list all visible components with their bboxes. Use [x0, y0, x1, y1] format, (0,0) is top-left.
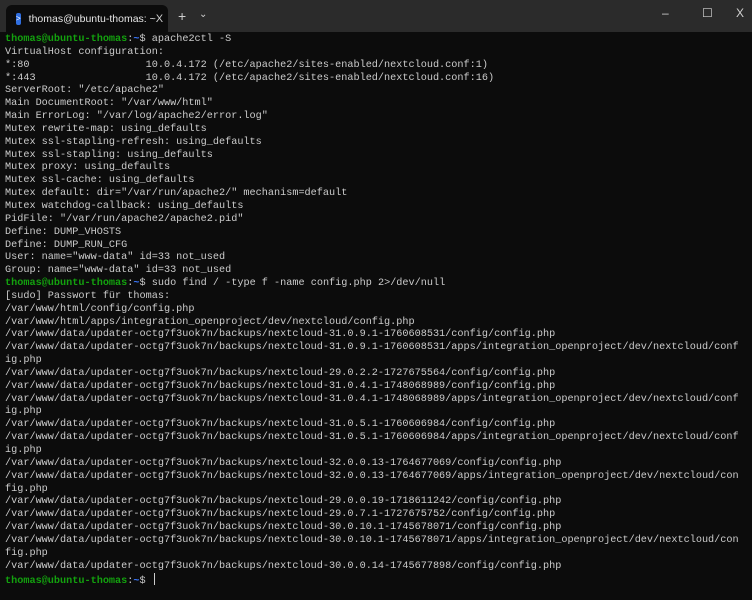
- prompt-user-host: thomas@ubuntu-thomas: [5, 278, 128, 290]
- output-line: Mutex ssl-cache: using_defaults: [5, 175, 195, 187]
- output-line: /var/www/data/updater-octg7f3uok7n/backu…: [5, 432, 739, 444]
- output-line: Main DocumentRoot: "/var/www/html": [5, 98, 213, 110]
- output-line: ig.php: [5, 355, 42, 367]
- output-line: Group: name="www-data" id=33 not_used: [5, 265, 232, 277]
- output-line: fig.php: [5, 483, 48, 495]
- output-line: PidFile: "/var/run/apache2/apache2.pid": [5, 213, 244, 225]
- output-line: *:80 10.0.4.172 (/etc/apache2/sites-enab…: [5, 59, 488, 71]
- output-line: VirtualHost configuration:: [5, 46, 164, 58]
- output-line: Mutex default: dir="/var/run/apache2/" m…: [5, 188, 348, 200]
- cursor: [153, 573, 155, 586]
- output-line: /var/www/data/updater-octg7f3uok7n/backu…: [5, 342, 739, 354]
- output-line: ig.php: [5, 406, 42, 418]
- prompt-user-host: thomas@ubuntu-thomas: [5, 576, 128, 588]
- output-line: Mutex rewrite-map: using_defaults: [5, 123, 207, 135]
- output-line: /var/www/data/updater-octg7f3uok7n/backu…: [5, 457, 562, 469]
- terminal-output[interactable]: thomas@ubuntu-thomas:~$ apache2ctl -S Vir…: [0, 32, 752, 588]
- output-line: Define: DUMP_VHOSTS: [5, 226, 122, 238]
- output-line: /var/www/data/updater-octg7f3uok7n/backu…: [5, 560, 562, 572]
- output-line: /var/www/html/config/config.php: [5, 303, 195, 315]
- output-line: /var/www/data/updater-octg7f3uok7n/backu…: [5, 329, 556, 341]
- output-line: /var/www/data/updater-octg7f3uok7n/backu…: [5, 496, 562, 508]
- prompt-line: thomas@ubuntu-thomas:~$: [5, 573, 752, 588]
- output-line: Mutex proxy: using_defaults: [5, 162, 171, 174]
- output-line: Main ErrorLog: "/var/log/apache2/error.l…: [5, 111, 268, 123]
- output-line: /var/www/data/updater-octg7f3uok7n/backu…: [5, 393, 739, 405]
- output-line: Mutex ssl-stapling-refresh: using_defaul…: [5, 136, 262, 148]
- output-line: /var/www/data/updater-octg7f3uok7n/backu…: [5, 522, 562, 534]
- prompt-line: thomas@ubuntu-thomas:~$ sudo find / -typ…: [5, 278, 752, 291]
- output-line: /var/www/data/updater-octg7f3uok7n/backu…: [5, 534, 739, 546]
- tab-title: thomas@ubuntu-thomas: ~: [28, 12, 156, 25]
- title-bar: > thomas@ubuntu-thomas: ~ X + ⌄ – ☐ X: [0, 0, 752, 32]
- prompt-symbol: $: [139, 278, 152, 290]
- new-tab-button[interactable]: +: [178, 8, 186, 24]
- output-line: Define: DUMP_RUN_CFG: [5, 239, 128, 251]
- prompt-line: thomas@ubuntu-thomas:~$ apache2ctl -S: [5, 34, 752, 47]
- prompt-user-host: thomas@ubuntu-thomas: [5, 34, 128, 45]
- tab-close-button[interactable]: X: [156, 13, 163, 25]
- output-line: [sudo] Passwort für thomas:: [5, 290, 171, 302]
- command-text: apache2ctl -S: [151, 34, 232, 45]
- tab-dropdown-button[interactable]: ⌄: [199, 9, 207, 20]
- output-line: fig.php: [5, 547, 48, 559]
- powershell-terminal-icon: >: [16, 12, 21, 25]
- output-line: ServerRoot: "/etc/apache2": [5, 85, 164, 97]
- output-line: /var/www/data/updater-octg7f3uok7n/backu…: [5, 419, 556, 431]
- command-text: sudo find / -type f -name config.php 2>/…: [151, 278, 446, 290]
- output-line: ig.php: [5, 445, 42, 456]
- terminal-tab[interactable]: > thomas@ubuntu-thomas: ~ X: [6, 5, 168, 32]
- minimize-button[interactable]: –: [662, 6, 669, 20]
- output-line: /var/www/data/updater-octg7f3uok7n/backu…: [5, 367, 556, 379]
- output-line: *:443 10.0.4.172 (/etc/apache2/sites-ena…: [5, 72, 495, 84]
- prompt-symbol: $: [139, 576, 152, 588]
- output-line: /var/www/data/updater-octg7f3uok7n/backu…: [5, 509, 556, 521]
- output-line: /var/www/data/updater-octg7f3uok7n/backu…: [5, 380, 556, 392]
- output-line: Mutex ssl-stapling: using_defaults: [5, 149, 213, 161]
- output-line: /var/www/html/apps/integration_openproje…: [5, 316, 415, 328]
- prompt-symbol: $: [139, 34, 152, 45]
- output-line: User: name="www-data" id=33 not_used: [5, 252, 226, 264]
- output-line: /var/www/data/updater-octg7f3uok7n/backu…: [5, 470, 739, 482]
- maximize-button[interactable]: ☐: [702, 6, 713, 20]
- close-window-button[interactable]: X: [736, 6, 744, 20]
- output-line: Mutex watchdog-callback: using_defaults: [5, 200, 244, 212]
